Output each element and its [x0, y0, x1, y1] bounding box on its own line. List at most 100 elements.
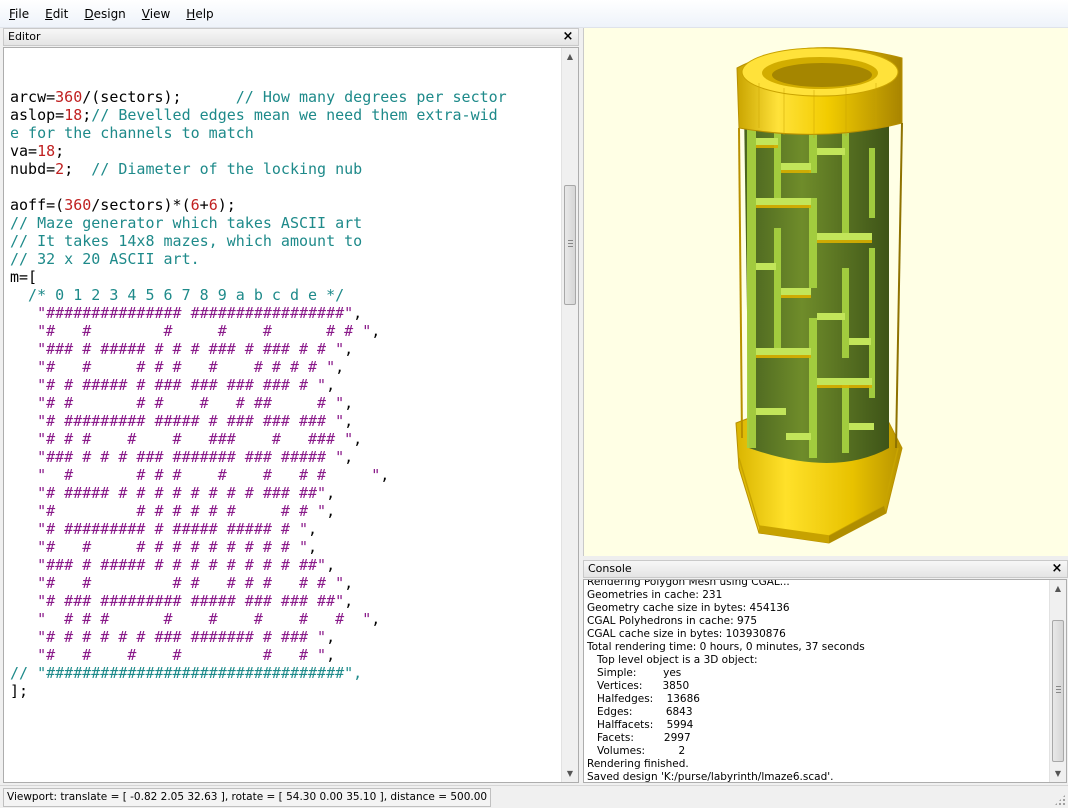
code-line[interactable]	[10, 70, 558, 88]
code-token: ,	[344, 340, 354, 358]
code-line[interactable]: "# # # # # # ## # ",	[10, 394, 558, 412]
code-token: /(sectors);	[82, 88, 236, 106]
resize-grip-icon[interactable]	[1054, 794, 1066, 806]
console-scroll-thumb[interactable]	[1052, 620, 1064, 762]
code-token: aoff=(	[10, 196, 65, 214]
code-token: 360	[55, 88, 83, 106]
code-line[interactable]: "# # # # # # # # # ",	[10, 574, 558, 592]
editor-scroll-thumb[interactable]	[564, 185, 576, 305]
code-line[interactable]: "# # # # # # # # # # ",	[10, 358, 558, 376]
code-line[interactable]: "# # # # # # # # # ",	[10, 502, 558, 520]
editor-pane: Editor × arcw=360/(sectors); // How many…	[3, 28, 579, 784]
code-line[interactable]: " # # # # # # # # ",	[10, 610, 558, 628]
console-output[interactable]: Rendering Polygon Mesh using CGAL... Geom…	[583, 579, 1067, 783]
code-token: ,	[344, 412, 354, 430]
console-scroll-up-arrow-icon[interactable]: ▲	[1050, 580, 1066, 597]
menu-view[interactable]: View	[138, 5, 174, 23]
code-line[interactable]: aslop=18;// Bevelled edges mean we need …	[10, 106, 558, 124]
code-token: nubd=	[10, 160, 56, 178]
code-line[interactable]: // Maze generator which takes ASCII art	[10, 214, 558, 232]
code-line[interactable]: arcw=360/(sectors); // How many degrees …	[10, 88, 558, 106]
code-line[interactable]	[10, 736, 558, 754]
code-line[interactable]: "# # # # # # # ",	[10, 322, 558, 340]
console-line: Saved design 'K:/purse/labyrinth/lmaze6.…	[587, 771, 834, 783]
code-token: "# # # # # # # "	[37, 322, 372, 340]
code-line[interactable]: "# # ##### # ### ### ### ### # ",	[10, 376, 558, 394]
code-line[interactable]: "# # # # # ### # ### ",	[10, 430, 558, 448]
console-title-bar[interactable]: Console ×	[583, 560, 1068, 578]
code-line[interactable]: "# # # # # # # # # # # ",	[10, 538, 558, 556]
code-line[interactable]: "### # ##### # # # # # # # # ##",	[10, 556, 558, 574]
code-token: // Bevelled edges mean we need them extr…	[91, 106, 498, 124]
code-line[interactable]: "# # # # # # ### ####### # ### ",	[10, 628, 558, 646]
code-token: 2	[55, 160, 65, 178]
code-token: va=	[10, 142, 38, 160]
menu-help[interactable]: Help	[182, 5, 217, 23]
code-token: ];	[10, 682, 29, 700]
code-token: "# # ##### # ### ### ### ### # "	[37, 376, 327, 394]
editor-scrollbar[interactable]: ▲ ▼	[561, 48, 578, 782]
code-line[interactable]: aoff=(360/sectors)*(6+6);	[10, 196, 558, 214]
console-line: Geometries in cache: 231	[587, 589, 723, 601]
code-text[interactable]: arcw=360/(sectors); // How many degrees …	[10, 70, 558, 782]
code-line[interactable]	[10, 772, 558, 782]
code-line[interactable]: nubd=2; // Diameter of the locking nub	[10, 160, 558, 178]
scroll-down-arrow-icon[interactable]: ▼	[562, 765, 578, 782]
code-line[interactable]: // It takes 14x8 mazes, which amount to	[10, 232, 558, 250]
code-token: arcw=	[10, 88, 56, 106]
code-line[interactable]	[10, 700, 558, 718]
code-token: ,	[326, 502, 336, 520]
code-line[interactable]	[10, 718, 558, 736]
menu-file[interactable]: File	[5, 5, 33, 23]
code-line[interactable]: // "#################################",	[10, 664, 558, 682]
menu-edit[interactable]: Edit	[41, 5, 72, 23]
console-scroll-down-arrow-icon[interactable]: ▼	[1050, 765, 1066, 782]
code-editor[interactable]: arcw=360/(sectors); // How many degrees …	[3, 47, 579, 783]
code-token: ,	[344, 574, 354, 592]
code-line[interactable]: "### # ##### # # # ### # ### # # ",	[10, 340, 558, 358]
menu-design[interactable]: Design	[80, 5, 129, 23]
code-line[interactable]: m=[	[10, 268, 558, 286]
code-line[interactable]	[10, 754, 558, 772]
code-token: ,	[308, 520, 318, 538]
code-line[interactable]: "# ### ######### ##### ### ### ##",	[10, 592, 558, 610]
code-line[interactable]: "# ##### # # # # # # # # ### ##",	[10, 484, 558, 502]
3d-viewport[interactable]	[583, 28, 1068, 556]
code-line[interactable]: "# ######### ##### # ### ### ### ",	[10, 412, 558, 430]
editor-title: Editor	[8, 30, 41, 43]
code-line[interactable]: va=18;	[10, 142, 558, 160]
code-line[interactable]: "### # # # ### ####### ### ##### ",	[10, 448, 558, 466]
code-token: " # # # # # # # # "	[37, 466, 381, 484]
editor-title-bar[interactable]: Editor ×	[3, 28, 579, 46]
code-line[interactable]: " # # # # # # # # ",	[10, 466, 558, 484]
code-token: "# # # # # # ## # "	[37, 394, 345, 412]
viewport-status: Viewport: translate = [ -0.82 2.05 32.63…	[3, 788, 492, 807]
code-token: // Maze generator which takes ASCII art	[10, 214, 363, 232]
console-close-icon[interactable]: ×	[1050, 561, 1064, 577]
editor-close-icon[interactable]: ×	[561, 29, 575, 45]
code-line[interactable]: "# ######### # ##### ##### # ",	[10, 520, 558, 538]
code-token: e for the channels to match	[10, 124, 254, 142]
code-line[interactable]: "############### #################",	[10, 304, 558, 322]
code-token: ,	[326, 628, 336, 646]
code-token: // It takes 14x8 mazes, which amount to	[10, 232, 363, 250]
maze-cylinder-model[interactable]	[584, 28, 1068, 556]
code-line[interactable]: "# # # # # # ",	[10, 646, 558, 664]
code-line[interactable]: // 32 x 20 ASCII art.	[10, 250, 558, 268]
console-line: Top level object is a 3D object:	[587, 654, 758, 666]
code-token: "# # # # # ### # ### "	[37, 430, 354, 448]
scroll-up-arrow-icon[interactable]: ▲	[562, 48, 578, 65]
code-line[interactable]: e for the channels to match	[10, 124, 558, 142]
code-line[interactable]: ];	[10, 682, 558, 700]
code-line[interactable]: /* 0 1 2 3 4 5 6 7 8 9 a b c d e */	[10, 286, 558, 304]
code-token: ,	[308, 538, 318, 556]
console-line: Geometry cache size in bytes: 454136	[587, 602, 790, 614]
console-scrollbar[interactable]: ▲ ▼	[1049, 580, 1066, 782]
code-line[interactable]	[10, 178, 558, 196]
